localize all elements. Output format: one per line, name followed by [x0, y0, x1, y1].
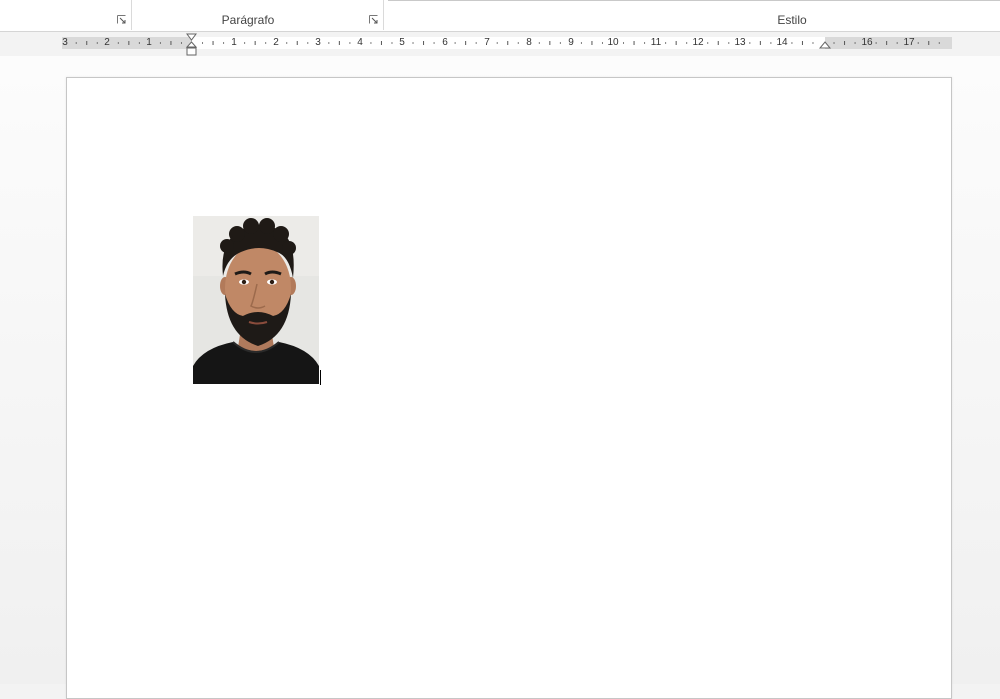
ruler-number: 16: [861, 37, 873, 48]
left-indent-icon[interactable]: [186, 47, 197, 56]
group-separator: [131, 0, 132, 30]
inserted-photo[interactable]: [193, 216, 319, 384]
group-label-paragraph: Parágrafo: [221, 13, 275, 27]
ruler-number: 10: [607, 37, 619, 48]
ruler-number: 1: [146, 37, 152, 48]
ruler-number: 11: [650, 37, 662, 48]
text-cursor: [320, 370, 321, 385]
ruler-number: 12: [692, 37, 704, 48]
ruler-number: 3: [315, 37, 321, 48]
ribbon: Parágrafo Estilo: [0, 0, 1000, 32]
document-page[interactable]: [66, 77, 952, 699]
ruler-number: 6: [442, 37, 448, 48]
group-label-style: Estilo: [777, 13, 807, 27]
ruler-number: 5: [399, 37, 405, 48]
paragraph-dialog-launcher-icon[interactable]: [369, 15, 378, 24]
font-dialog-launcher-icon[interactable]: [117, 15, 126, 24]
ruler-left-margin: [62, 37, 192, 49]
ruler-number: 17: [903, 37, 915, 48]
group-separator: [383, 0, 384, 30]
ruler-number: 1: [231, 37, 237, 48]
ruler-number: 4: [357, 37, 363, 48]
ruler-number: 2: [273, 37, 279, 48]
portrait-photo-image: [193, 216, 319, 384]
ruler-number: 8: [526, 37, 532, 48]
ruler-number: 7: [484, 37, 490, 48]
ruler-number: 14: [776, 37, 788, 48]
ruler-number: 13: [734, 37, 746, 48]
ruler-number: 2: [104, 37, 110, 48]
ruler-number: 9: [568, 37, 574, 48]
style-gallery-border: [388, 0, 1000, 1]
ruler-number: 3: [62, 37, 68, 48]
